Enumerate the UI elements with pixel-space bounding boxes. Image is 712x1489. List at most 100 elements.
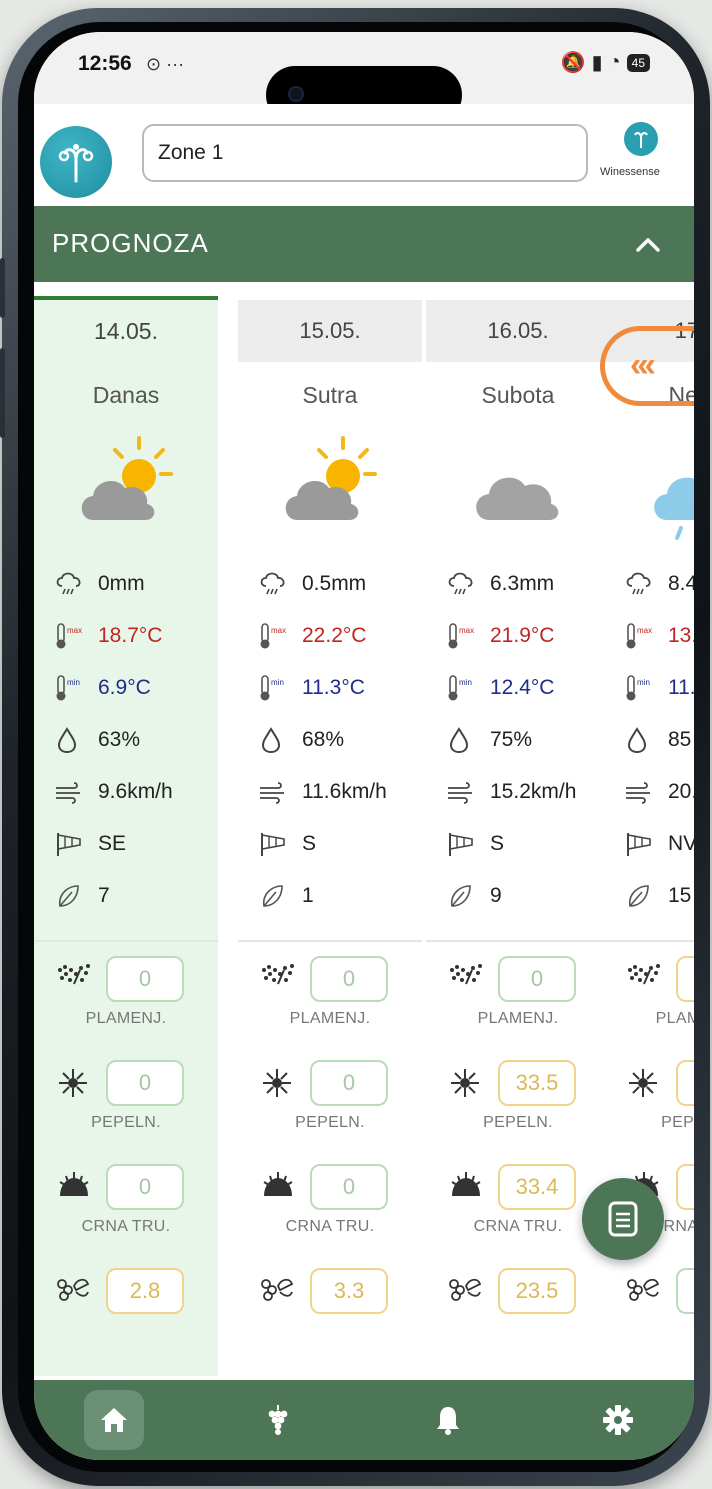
wind-speed-row: 9.6km/h [34,766,218,818]
risk-crna-value[interactable]: 33.4 [498,1164,576,1210]
downy-mildew-icon [450,964,482,985]
black-rot-icon [263,1172,293,1196]
thermometer-min-icon: min [626,675,650,701]
windsock-icon [261,833,285,856]
risk-grape: 23.5 [426,1268,610,1372]
downy-mildew-icon [262,964,294,985]
nav-settings-button[interactable] [588,1390,648,1450]
humidity-icon [446,725,480,755]
humidity-drop-icon [449,727,469,754]
wind-speed-row: 15.2km/h [426,766,610,818]
risk-pepeln-icon [56,1066,92,1102]
swipe-left-arrows-icon: ‹‹‹ [630,346,656,384]
svg-text:min: min [67,678,80,687]
max-temperature-icon: max [54,621,88,651]
leaf-wetness-icon [450,885,471,907]
risk-grape-value[interactable]: 3.3 [310,1268,388,1314]
min-temperature-icon: min [258,673,292,703]
wind-speed-value: 11.6km/h [302,780,387,803]
brand-name: Winessense [600,166,660,178]
leaf-wetness-icon [628,885,649,907]
min-temperature-row: min 11. [604,662,694,714]
risk-pepeln: 33.5 PEPELN. [426,1060,610,1164]
leaf-wetness-row: 15 [604,870,694,922]
rain-cloud-icon [448,572,473,595]
svg-text:min: min [637,678,650,687]
leaf-wetness-row: 7 [34,870,218,922]
wind-speed-value: 9.6km/h [98,780,173,803]
app-screen: 12:56 ⊙ ··· 🔕 ▮ ◔ 45 Winessense PROGNOZA [34,32,694,1460]
max-temperature-row: max 13. [604,610,694,662]
max-temperature-value: 21.9°C [490,624,555,647]
grapes-icon [268,1405,288,1435]
forecast-section-header[interactable]: PROGNOZA [34,206,694,282]
rain-icon [604,428,694,558]
risk-grape-value[interactable]: 23.5 [498,1268,576,1314]
section-title: PROGNOZA [52,228,209,258]
risk-pepeln-value[interactable]: 0 [310,1060,388,1106]
wind-direction-icon [624,829,658,859]
day-date: 14.05. [94,317,158,344]
bell-icon [437,1407,459,1435]
risk-grape-value[interactable] [676,1268,694,1314]
app-logo-icon[interactable] [40,126,112,198]
max-temperature-icon: max [624,621,658,651]
risk-pepeln-value[interactable]: 3 [676,1060,694,1106]
brand-mark-icon [634,132,648,148]
precipitation-row: 0mm [34,558,218,610]
risk-pepeln: 0 PEPELN. [238,1060,422,1164]
risk-crna-value[interactable]: 0 [106,1164,184,1210]
wind-icon [56,782,80,804]
forecast-day-column[interactable]: 15.05. Sutra 0.5mm max 22.2°C min 11.3°C 68% 11.… [238,300,422,1380]
risk-crna-value[interactable]: 3 [676,1164,694,1210]
chevron-up-icon[interactable] [630,228,666,260]
thermometer-max-icon: max [260,623,286,649]
divider [34,940,218,942]
document-icon [608,1201,638,1237]
powdery-mildew-icon [59,1069,87,1097]
risk-plamenj: 4 PLAMENJ. [604,956,694,1060]
risk-plamenj-icon [260,962,296,998]
phone-side-button [0,348,5,438]
precipitation-row: 8.4 [604,558,694,610]
thermometer-max-icon: max [448,623,474,649]
wind-speed-value: 15.2km/h [490,780,577,803]
risk-plamenj-value[interactable]: 4 [676,956,694,1002]
zone-select-input[interactable] [142,124,588,182]
nav-notifications-button[interactable] [418,1390,478,1450]
forecast-day-column[interactable]: 14.05. Danas 0mm max 18.7°C min 6.9°C 63% 9.6km/… [34,296,218,1376]
powdery-mildew-icon [451,1069,479,1097]
humidity-value: 68% [302,728,345,751]
max-temperature-value: 18.7°C [98,624,163,647]
wind-direction-value: NV [668,832,694,855]
report-fab-button[interactable] [582,1178,664,1260]
phone-side-button [0,258,5,318]
status-time: 12:56 [78,52,132,75]
max-temperature-value: 13. [668,624,694,647]
risk-plamenj-value[interactable]: 0 [310,956,388,1002]
risk-crna-value[interactable]: 0 [310,1164,388,1210]
risk-plamenj-value[interactable]: 0 [106,956,184,1002]
powdery-mildew-icon [263,1069,291,1097]
wind-direction-value: S [302,832,317,855]
wind-icon [448,782,472,804]
wind-direction-row: S [238,818,422,870]
windsock-icon [449,833,473,856]
risk-pepeln-value[interactable]: 33.5 [498,1060,576,1106]
wind-speed-icon [446,777,480,807]
risk-pepeln-value[interactable]: 0 [106,1060,184,1106]
wind-direction-icon [446,829,480,859]
min-temperature-row: min 12.4°C [426,662,610,714]
leaf-wetness-value: 15 [668,884,692,907]
precipitation-row: 0.5mm [238,558,422,610]
nav-vineyard-button[interactable] [248,1390,308,1450]
risk-grape-value[interactable]: 2.8 [106,1268,184,1314]
wind-speed-value: 20. [668,780,694,803]
nav-home-button[interactable] [84,1390,144,1450]
risk-plamenj-value[interactable]: 0 [498,956,576,1002]
wind-speed-row: 20. [604,766,694,818]
partly-cloudy-icon [238,428,422,558]
precipitation-icon [258,569,292,599]
risk-plamenj-label: PLAMENJ. [477,1010,559,1027]
humidity-value: 75% [490,728,533,751]
